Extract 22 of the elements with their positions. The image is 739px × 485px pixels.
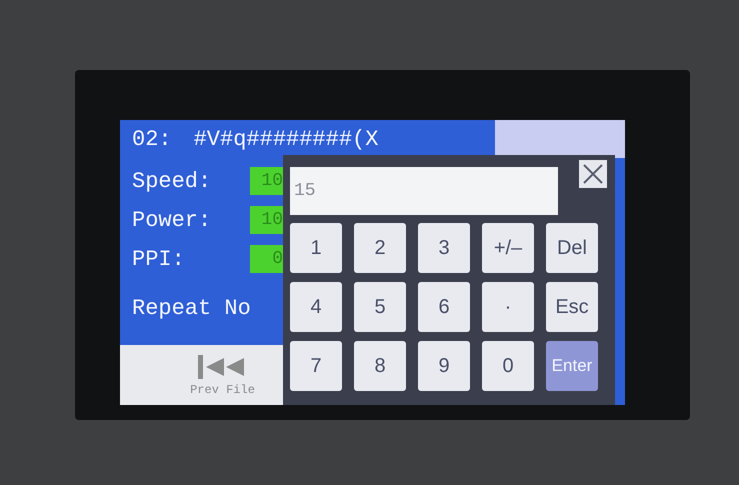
file-number: 02: bbox=[132, 126, 172, 152]
keypad-key[interactable]: 3 bbox=[418, 223, 470, 273]
keypad-key[interactable]: 7 bbox=[290, 341, 342, 391]
keypad-key[interactable]: 5 bbox=[354, 282, 406, 332]
keypad-key[interactable]: 4 bbox=[290, 282, 342, 332]
field-label: PPI: bbox=[132, 246, 186, 272]
close-button[interactable] bbox=[579, 160, 607, 188]
keypad-key[interactable]: 0 bbox=[482, 341, 534, 391]
keypad-key[interactable]: · bbox=[482, 282, 534, 332]
close-icon bbox=[582, 163, 604, 185]
keypad-key[interactable]: 1 bbox=[290, 223, 342, 273]
repeat-label: Repeat No bbox=[132, 296, 251, 320]
keypad-key[interactable]: +/– bbox=[482, 223, 534, 273]
keypad-key[interactable]: 6 bbox=[418, 282, 470, 332]
file-name: #V#q########(X bbox=[194, 126, 378, 152]
keypad-key[interactable]: Esc bbox=[546, 282, 598, 332]
field-label: Speed: bbox=[132, 168, 212, 194]
keypad-key[interactable]: 8 bbox=[354, 341, 406, 391]
keypad-key[interactable]: Del bbox=[546, 223, 598, 273]
field-label: Power: bbox=[132, 208, 212, 232]
keypad-key[interactable]: 9 bbox=[418, 341, 470, 391]
keypad-key[interactable]: 2 bbox=[354, 223, 406, 273]
